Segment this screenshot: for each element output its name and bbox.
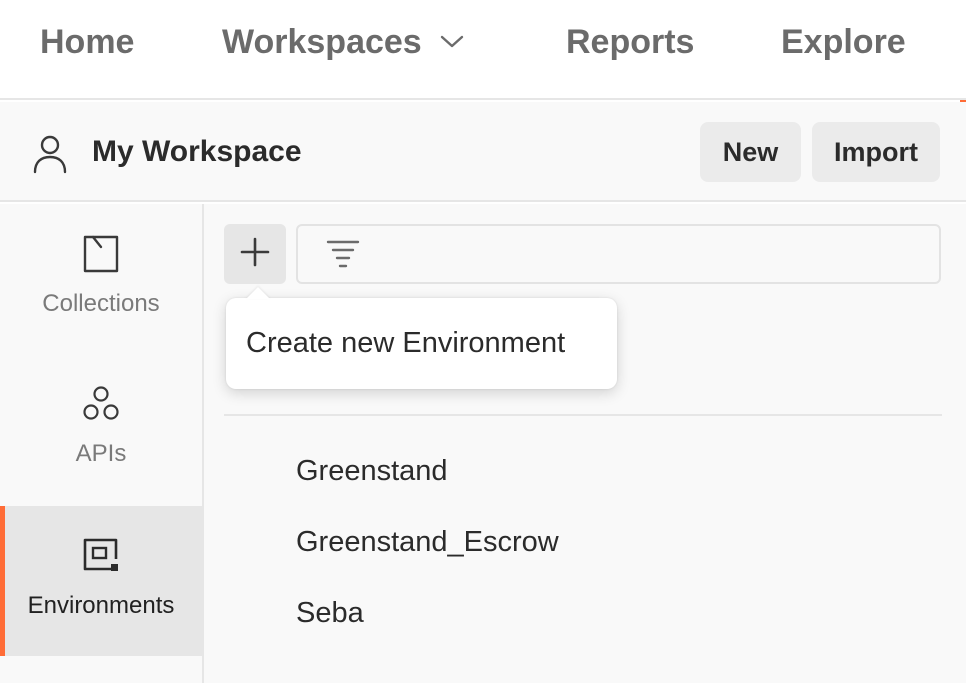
nav-workspaces-label: Workspaces [222,22,422,61]
sidebar-tab-collections[interactable]: Collections [0,204,202,354]
add-environment-button[interactable] [224,224,286,284]
sidebar-tab-label: Collections [42,290,160,317]
nav-reports[interactable]: Reports [566,20,694,64]
sidebar-tab-environments[interactable]: Environments [0,506,202,656]
sidebar-tab-apis[interactable]: APIs [0,354,202,504]
collections-icon [83,232,119,276]
import-button[interactable]: Import [812,122,940,182]
sidebar: Collections APIs Environments [0,204,204,683]
divider [224,414,942,416]
nav-explore-label: Explore [781,22,906,61]
top-navigation: Home Workspaces Reports Explore [0,0,966,100]
nav-home-label: Home [40,22,135,61]
new-button[interactable]: New [700,122,801,182]
workspace-header: My Workspace New Import [0,102,966,202]
nav-reports-label: Reports [566,22,695,61]
list-item[interactable]: Greenstand [204,436,966,507]
nav-workspaces[interactable]: Workspaces [222,20,464,64]
nav-home[interactable]: Home [40,20,134,64]
new-button-label: New [722,136,779,167]
create-environment-tooltip: Create new Environment [226,298,617,389]
filter-input[interactable] [374,234,914,274]
tooltip-text: Create new Environment [246,327,566,359]
nav-explore[interactable]: Explore [781,20,906,64]
filter-environments-field[interactable] [296,224,941,284]
list-item[interactable]: Greenstand_Escrow [204,507,966,578]
environment-list: Greenstand Greenstand_Escrow Seba [204,436,966,649]
import-button-label: Import [834,136,918,167]
sidebar-tab-label: Environments [27,592,175,619]
sidebar-tab-label: APIs [75,440,127,467]
chevron-down-icon [440,35,464,49]
environments-panel: Greenstand Greenstand_Escrow Seba [204,204,966,683]
filter-icon [326,239,360,269]
workspace-title[interactable]: My Workspace [92,132,302,172]
list-item[interactable]: Seba [204,578,966,649]
user-icon [32,134,68,174]
apis-icon [82,382,120,426]
plus-icon [239,236,271,273]
environments-icon [82,534,120,578]
